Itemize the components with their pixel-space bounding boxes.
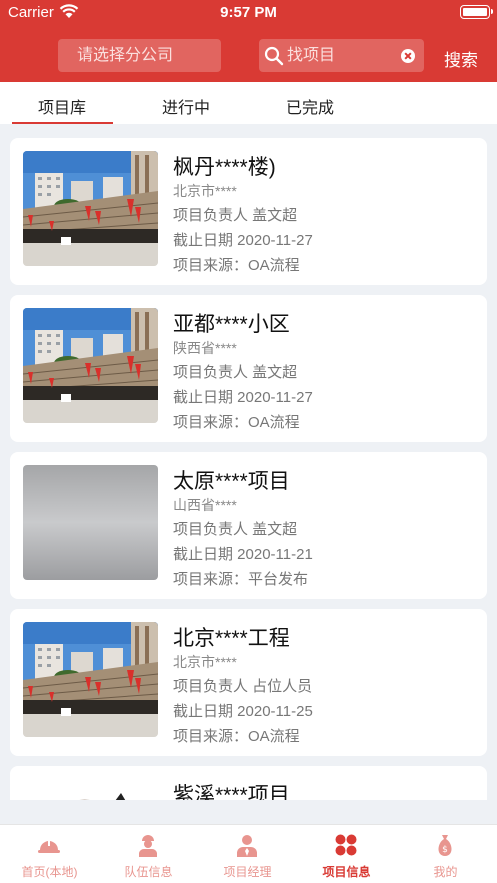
project-title: 北京****工程 bbox=[173, 627, 290, 650]
project-deadline: 截止日期 2020-11-27 bbox=[173, 389, 313, 406]
project-card[interactable]: 亚都****小区 陕西省**** 项目负责人 盖文超 截止日期 2020-11-… bbox=[10, 295, 487, 442]
tab-in-progress[interactable]: 进行中 bbox=[131, 94, 241, 118]
tabbar-label: 我的 bbox=[433, 865, 458, 879]
grid-icon bbox=[335, 834, 357, 856]
tabbar-project-info[interactable]: 项目信息 bbox=[297, 825, 396, 883]
project-leader: 项目负责人 占位人员 bbox=[173, 678, 313, 695]
project-deadline: 截止日期 2020-11-27 bbox=[173, 232, 313, 249]
project-image bbox=[23, 622, 158, 737]
project-image bbox=[23, 308, 158, 423]
project-title: 枫丹****楼) bbox=[173, 156, 276, 179]
tab-completed[interactable]: 已完成 bbox=[255, 94, 365, 118]
segment-tabs: 项目库 进行中 已完成 bbox=[0, 82, 497, 124]
money-bag-icon: $ bbox=[438, 835, 452, 856]
project-source: 项目来源：平台发布 bbox=[173, 571, 309, 588]
project-leader: 项目负责人 盖文超 bbox=[173, 521, 298, 538]
tabbar-home[interactable]: 首页(本地) bbox=[0, 825, 99, 883]
project-image bbox=[23, 779, 158, 800]
worker-icon bbox=[139, 835, 157, 857]
project-title: 太原****项目 bbox=[173, 470, 290, 493]
project-image bbox=[23, 465, 158, 580]
svg-text:$: $ bbox=[442, 845, 448, 855]
project-source: 项目来源：OA流程 bbox=[173, 414, 300, 431]
tab-project-library[interactable]: 项目库 bbox=[7, 94, 117, 118]
search-input[interactable] bbox=[287, 39, 397, 72]
project-region: 北京市**** bbox=[173, 654, 237, 670]
project-image bbox=[23, 151, 158, 266]
project-card[interactable]: 紫溪****项目 bbox=[10, 766, 487, 800]
clear-icon[interactable] bbox=[401, 49, 415, 63]
clock: 9:57 PM bbox=[220, 4, 277, 21]
project-source: 项目来源：OA流程 bbox=[173, 257, 300, 274]
search-button[interactable]: 搜索 bbox=[444, 46, 478, 71]
project-title: 亚都****小区 bbox=[173, 313, 290, 336]
project-leader: 项目负责人 盖文超 bbox=[173, 364, 298, 381]
project-list[interactable]: 枫丹****楼) 北京市**** 项目负责人 盖文超 截止日期 2020-11-… bbox=[0, 124, 497, 800]
tabbar-team[interactable]: 队伍信息 bbox=[99, 825, 198, 883]
battery-icon bbox=[460, 5, 493, 19]
tabbar-label: 首页(本地) bbox=[21, 865, 78, 879]
status-bar: Carrier 9:57 PM bbox=[0, 0, 497, 26]
bottom-tab-bar: 首页(本地) 队伍信息 项目经理 项目信息 $ 我的 bbox=[0, 824, 497, 883]
project-region: 陕西省**** bbox=[173, 340, 237, 356]
tabbar-mine[interactable]: $ 我的 bbox=[396, 825, 495, 883]
app-header: Carrier 9:57 PM 请选择分公司 搜索 bbox=[0, 0, 497, 82]
project-card[interactable]: 北京****工程 北京市**** 项目负责人 占位人员 截止日期 2020-11… bbox=[10, 609, 487, 756]
helmet-icon bbox=[38, 839, 60, 853]
project-title: 紫溪****项目 bbox=[173, 784, 290, 800]
search-icon bbox=[264, 46, 284, 66]
tabbar-label: 项目经理 bbox=[223, 865, 272, 879]
project-region: 北京市**** bbox=[173, 183, 237, 199]
project-leader: 项目负责人 盖文超 bbox=[173, 207, 298, 224]
project-region: 山西省**** bbox=[173, 497, 237, 513]
tabbar-manager[interactable]: 项目经理 bbox=[198, 825, 297, 883]
project-deadline: 截止日期 2020-11-25 bbox=[173, 703, 313, 720]
manager-icon bbox=[237, 835, 257, 857]
tabbar-label: 项目信息 bbox=[322, 865, 371, 879]
project-source: 项目来源：OA流程 bbox=[173, 728, 300, 745]
project-deadline: 截止日期 2020-11-21 bbox=[173, 546, 313, 563]
company-select[interactable]: 请选择分公司 bbox=[58, 39, 221, 72]
project-card[interactable]: 太原****项目 山西省**** 项目负责人 盖文超 截止日期 2020-11-… bbox=[10, 452, 487, 599]
tabbar-label: 队伍信息 bbox=[124, 865, 173, 879]
search-box[interactable] bbox=[259, 39, 424, 72]
project-card[interactable]: 枫丹****楼) 北京市**** 项目负责人 盖文超 截止日期 2020-11-… bbox=[10, 138, 487, 285]
